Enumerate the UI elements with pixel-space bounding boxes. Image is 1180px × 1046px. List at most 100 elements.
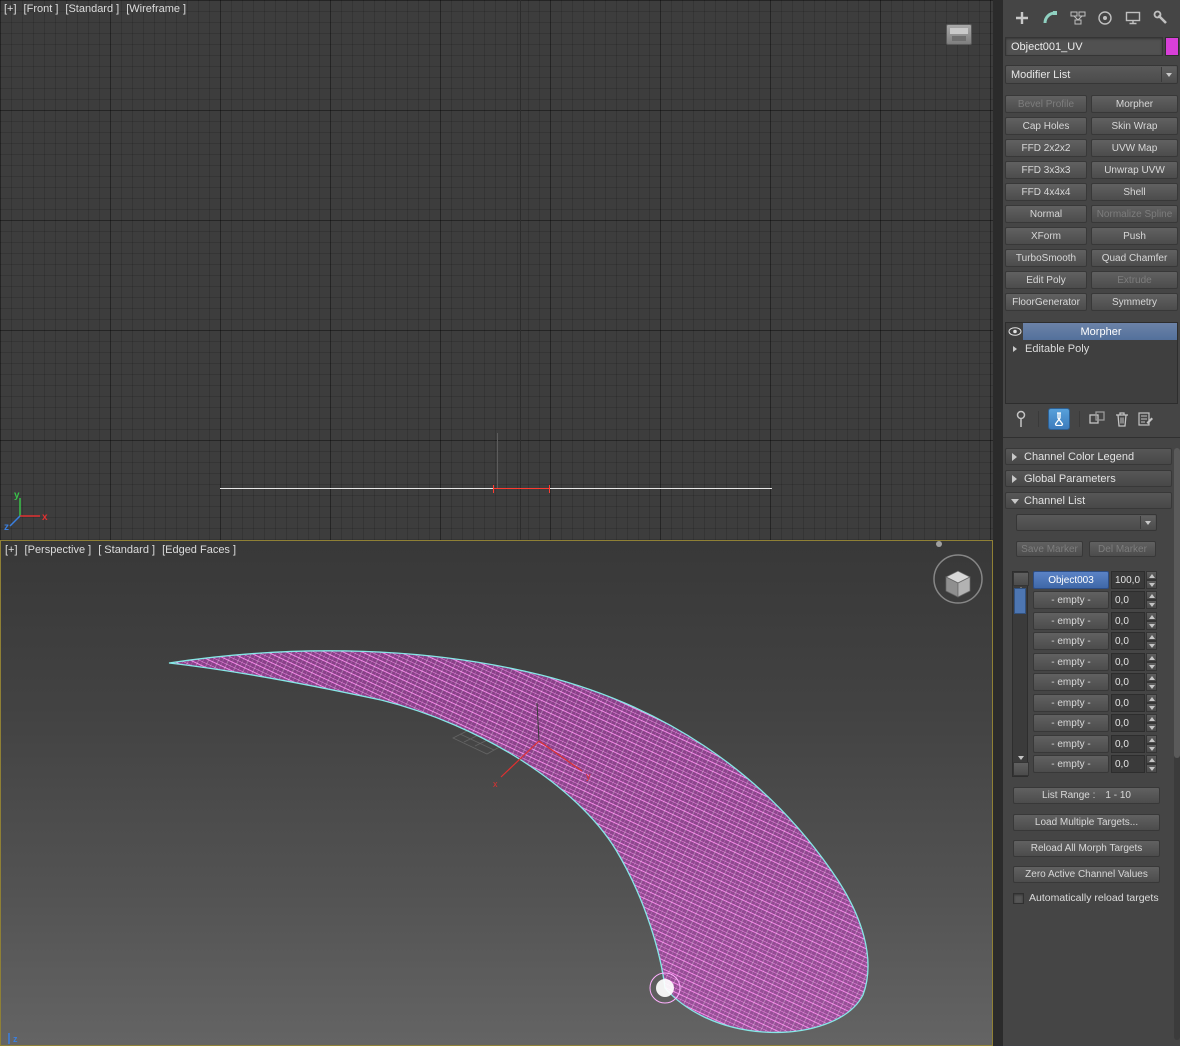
channel-button-3[interactable]: - empty - — [1033, 632, 1109, 650]
channel-spinner-7[interactable] — [1146, 714, 1157, 732]
channel-spinner-8[interactable] — [1146, 735, 1157, 753]
channel-spinner-2[interactable] — [1146, 612, 1157, 630]
modifier-list-dropdown[interactable]: Modifier List — [1005, 65, 1178, 84]
auto-reload-checkbox[interactable] — [1013, 893, 1024, 904]
viewport-name-menu[interactable]: [Perspective ] — [25, 544, 92, 556]
modifier-button-shell[interactable]: Shell — [1091, 183, 1178, 201]
rollout-channel-color-legend[interactable]: Channel Color Legend — [1005, 448, 1172, 465]
configure-modifier-sets-icon[interactable] — [1138, 411, 1154, 427]
viewport-name-menu[interactable]: [Front ] — [24, 3, 59, 15]
modifier-button-normal[interactable]: Normal — [1005, 205, 1087, 223]
modifier-button-edit-poly[interactable]: Edit Poly — [1005, 271, 1087, 289]
channel-scroll-thumb[interactable] — [1014, 588, 1026, 614]
modifier-button-turbosmooth[interactable]: TurboSmooth — [1005, 249, 1087, 267]
viewport-renderer-menu[interactable]: [Standard ] — [65, 3, 119, 15]
channel-spinner-3[interactable] — [1146, 632, 1157, 650]
channel-button-4[interactable]: - empty - — [1033, 653, 1109, 671]
channel-value-0[interactable]: 100,0 — [1111, 571, 1145, 589]
modifier-button-ffd-3x3x3[interactable]: FFD 3x3x3 — [1005, 161, 1087, 179]
channel-spinner-0[interactable] — [1146, 571, 1157, 589]
zero-active-channel-values-button[interactable]: Zero Active Channel Values — [1013, 866, 1160, 883]
rollout-channel-list[interactable]: Channel List — [1005, 492, 1172, 509]
modifier-button-skin-wrap[interactable]: Skin Wrap — [1091, 117, 1178, 135]
channel-spinner-9[interactable] — [1146, 755, 1157, 773]
channel-button-1[interactable]: - empty - — [1033, 591, 1109, 609]
channel-button-2[interactable]: - empty - — [1033, 612, 1109, 630]
modifier-button-unwrap-uvw[interactable]: Unwrap UVW — [1091, 161, 1178, 179]
stack-row-morpher[interactable]: Morpher — [1006, 323, 1177, 340]
list-range-bar[interactable]: List Range : 1 - 10 — [1013, 787, 1160, 804]
modifier-button-cap-holes[interactable]: Cap Holes — [1005, 117, 1087, 135]
rollout-global-parameters[interactable]: Global Parameters — [1005, 470, 1172, 487]
viewport-front-label: [+] [Front ] [Standard ] [Wireframe ] — [4, 3, 193, 15]
channel-value-9[interactable]: 0,0 — [1111, 755, 1145, 773]
viewport-shading-menu[interactable]: [Edged Faces ] — [162, 544, 236, 556]
modifier-button-ffd-2x2x2[interactable]: FFD 2x2x2 — [1005, 139, 1087, 157]
visibility-eye-icon[interactable] — [1006, 327, 1023, 336]
channel-value-7[interactable]: 0,0 — [1111, 714, 1145, 732]
pin-stack-icon[interactable] — [1013, 410, 1029, 428]
expand-arrow-icon[interactable] — [1006, 345, 1023, 352]
object-color-swatch[interactable] — [1165, 37, 1179, 56]
viewport-widget-icon[interactable] — [946, 24, 972, 45]
channel-button-6[interactable]: - empty - — [1033, 694, 1109, 712]
channel-value-8[interactable]: 0,0 — [1111, 735, 1145, 753]
channel-spinner-6[interactable] — [1146, 694, 1157, 712]
modifier-button-quad-chamfer[interactable]: Quad Chamfer — [1091, 249, 1178, 267]
collapsed-arrow-icon — [1012, 452, 1017, 461]
modifier-button-floorgenerator[interactable]: FloorGenerator — [1005, 293, 1087, 311]
channel-button-object003[interactable]: Object003 — [1033, 571, 1109, 589]
channel-value-4[interactable]: 0,0 — [1111, 653, 1145, 671]
channel-value-3[interactable]: 0,0 — [1111, 632, 1145, 650]
scroll-down-button[interactable] — [1013, 762, 1029, 776]
marker-dropdown[interactable] — [1016, 514, 1157, 531]
viewport-menu-plus[interactable]: [+] — [5, 544, 18, 556]
modifier-button-symmetry[interactable]: Symmetry — [1091, 293, 1178, 311]
modify-tab-icon[interactable] — [1039, 7, 1061, 29]
reload-all-morph-targets-button[interactable]: Reload All Morph Targets — [1013, 840, 1160, 857]
viewport-renderer-menu[interactable]: [ Standard ] — [98, 544, 155, 556]
show-end-result-icon[interactable] — [1048, 408, 1070, 430]
create-tab-icon[interactable] — [1011, 7, 1033, 29]
channel-value-5[interactable]: 0,0 — [1111, 673, 1145, 691]
modifier-button-push[interactable]: Push — [1091, 227, 1178, 245]
motion-tab-icon[interactable] — [1094, 7, 1116, 29]
channel-spinner-1[interactable] — [1146, 591, 1157, 609]
panel-scrollbar[interactable] — [1173, 448, 1180, 1040]
viewport-perspective[interactable]: [+] [Perspective ] [ Standard ] [Edged Face… — [0, 540, 993, 1046]
viewport-shading-menu[interactable]: [Wireframe ] — [126, 3, 186, 15]
channel-button-7[interactable]: - empty - — [1033, 714, 1109, 732]
hierarchy-tab-icon[interactable] — [1067, 7, 1089, 29]
viewport-front[interactable]: [+] [Front ] [Standard ] [Wireframe ] y x z — [0, 0, 993, 540]
utilities-tab-icon[interactable] — [1150, 7, 1172, 29]
collapsed-arrow-icon — [1012, 474, 1017, 483]
world-axis-corner: z — [8, 1033, 18, 1044]
rollout-title: Global Parameters — [1024, 472, 1116, 485]
object-name-field[interactable]: Object001_UV — [1005, 37, 1163, 56]
crescent-mesh-object — [168, 650, 869, 1034]
modifier-button-normalize-spline: Normalize Spline — [1091, 205, 1178, 223]
channel-button-9[interactable]: - empty - — [1033, 755, 1109, 773]
modifier-button-uvw-map[interactable]: UVW Map — [1091, 139, 1178, 157]
modifier-button-morpher[interactable]: Morpher — [1091, 95, 1178, 113]
modifier-button-ffd-4x4x4[interactable]: FFD 4x4x4 — [1005, 183, 1087, 201]
channel-spinner-5[interactable] — [1146, 673, 1157, 691]
display-tab-icon[interactable] — [1122, 7, 1144, 29]
channel-value-6[interactable]: 0,0 — [1111, 694, 1145, 712]
make-unique-icon[interactable] — [1089, 411, 1106, 427]
panel-divider — [1003, 437, 1180, 438]
channel-spinner-4[interactable] — [1146, 653, 1157, 671]
selection-gizmo-segment[interactable] — [493, 488, 550, 489]
stack-row-editable-poly[interactable]: Editable Poly — [1006, 340, 1177, 357]
remove-modifier-trash-icon[interactable] — [1115, 411, 1129, 427]
toolbar-separator — [1038, 411, 1039, 427]
modifier-button-xform[interactable]: XForm — [1005, 227, 1087, 245]
load-multiple-targets-button[interactable]: Load Multiple Targets... — [1013, 814, 1160, 831]
channel-button-5[interactable]: - empty - — [1033, 673, 1109, 691]
scroll-up-button[interactable] — [1013, 572, 1029, 586]
channel-value-2[interactable]: 0,0 — [1111, 612, 1145, 630]
channel-value-1[interactable]: 0,0 — [1111, 591, 1145, 609]
channel-button-8[interactable]: - empty - — [1033, 735, 1109, 753]
viewport-menu-plus[interactable]: [+] — [4, 3, 17, 15]
svg-text:y: y — [14, 490, 20, 501]
